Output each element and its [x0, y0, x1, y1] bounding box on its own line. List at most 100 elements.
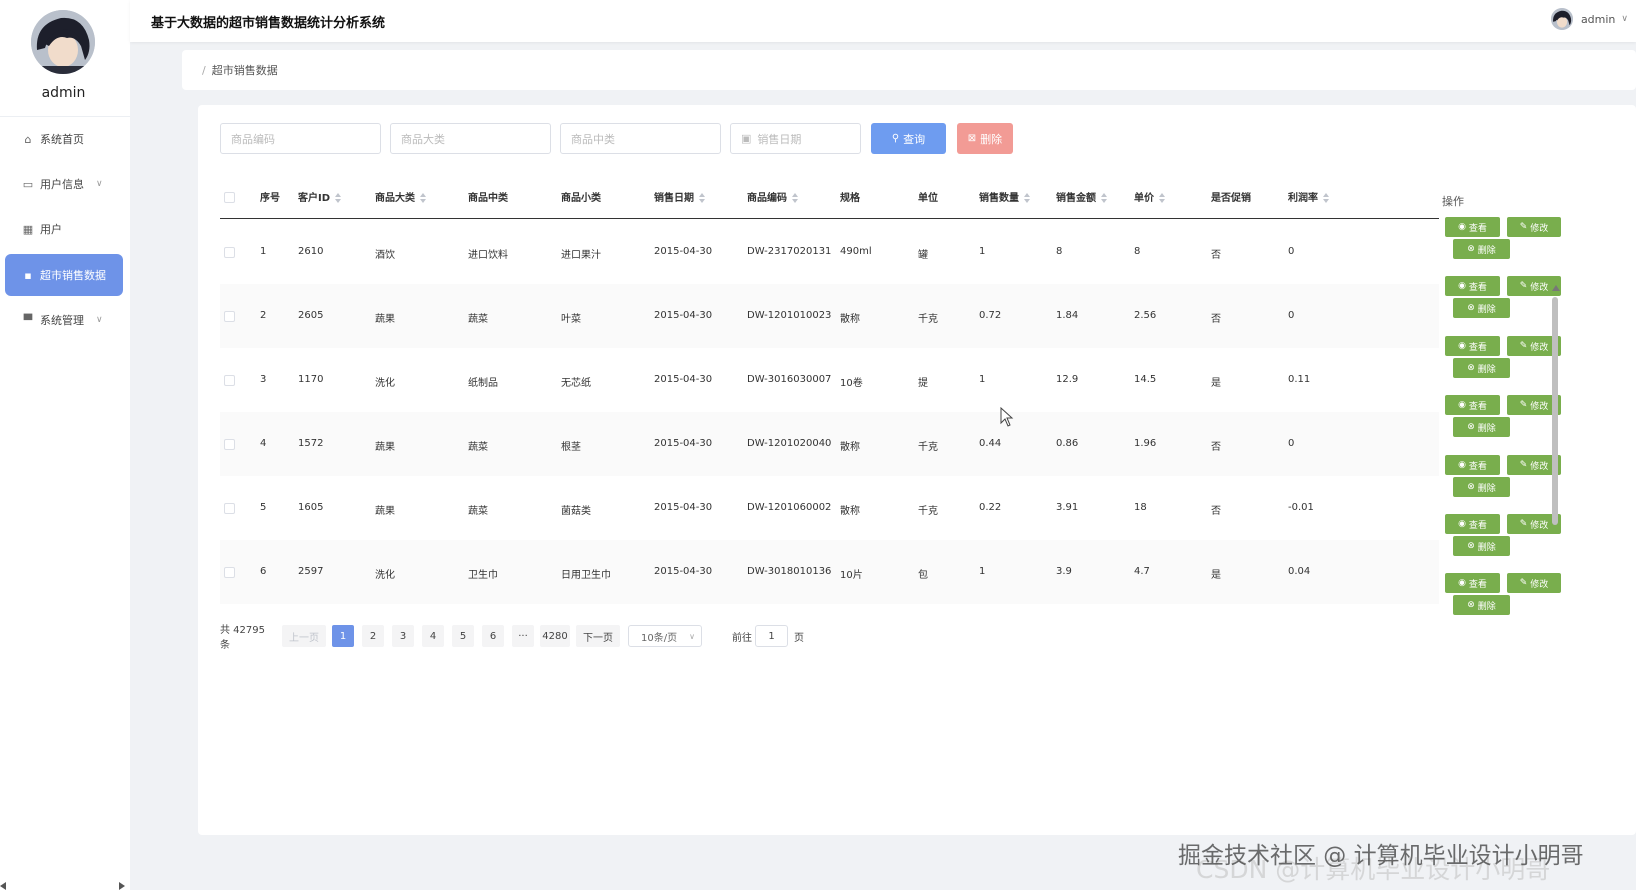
more-pages-button[interactable]: ··· — [512, 625, 534, 647]
row-checkbox[interactable] — [224, 503, 235, 514]
sidebar-item-sales-data[interactable]: ▪ 超市销售数据 — [5, 254, 123, 296]
user-menu[interactable]: admin ∨ — [1550, 8, 1628, 30]
sidebar-item-users[interactable]: ▦ 用户 — [5, 208, 123, 250]
cell-spec: 10片 — [840, 570, 863, 581]
page-button[interactable]: 2 — [362, 625, 384, 647]
table-vertical-scrollbar[interactable] — [1550, 285, 1562, 630]
cell-unit: 罐 — [918, 250, 928, 261]
sort-icon[interactable] — [335, 193, 342, 203]
view-button[interactable]: ◉ 查看 — [1445, 336, 1500, 356]
sort-icon[interactable] — [1024, 193, 1030, 203]
sidebar-divider — [0, 116, 130, 117]
cell-spec: 10卷 — [840, 378, 863, 389]
column-header-customer-id[interactable]: 客户ID — [298, 189, 342, 204]
column-header-category[interactable]: 商品大类 — [375, 189, 426, 204]
view-button[interactable]: ◉ 查看 — [1445, 455, 1500, 475]
page-button[interactable]: 4280 — [540, 625, 570, 647]
row-checkbox[interactable] — [224, 439, 235, 450]
mid-category-input[interactable]: 商品中类 — [560, 123, 721, 154]
column-header-spec: 规格 — [840, 193, 860, 204]
page-button[interactable]: 5 — [452, 625, 474, 647]
sort-icon[interactable] — [420, 193, 426, 203]
cell-category: 洗化 — [375, 378, 395, 389]
delete-button[interactable]: ⊗ 删除 — [1453, 239, 1510, 259]
view-button[interactable]: ◉ 查看 — [1445, 217, 1500, 237]
table-row[interactable]: 2 2605 蔬果 蔬菜 叶菜 2015-04-30 DW-1201010023 散称 千克 0.… — [220, 284, 1439, 348]
view-button[interactable]: ◉ 查看 — [1445, 573, 1500, 593]
avatar[interactable] — [31, 10, 95, 74]
header-avatar[interactable] — [1550, 8, 1573, 30]
eye-icon: ◉ — [1458, 519, 1466, 529]
sort-icon[interactable] — [1323, 193, 1329, 203]
cell-unit: 千克 — [918, 506, 938, 517]
scroll-up-icon[interactable] — [1552, 285, 1560, 291]
sort-icon[interactable] — [1101, 193, 1107, 203]
row-checkbox[interactable] — [224, 567, 235, 578]
sort-icon[interactable] — [699, 193, 705, 203]
sidebar-item-home[interactable]: ⌂ 系统首页 — [5, 118, 123, 160]
row-checkbox[interactable] — [224, 247, 235, 258]
view-button-label: 查看 — [1468, 282, 1487, 293]
sidebar-item-system-management[interactable]: ▀ 系统管理 ∨ — [5, 299, 123, 341]
table-header: 序号 客户ID 商品大类 商品中类 商品小类 销售日期 商品编码 规格 单位 销… — [220, 175, 1439, 219]
column-header-sale-date[interactable]: 销售日期 — [654, 189, 705, 204]
row-checkbox[interactable] — [224, 375, 235, 386]
column-header-unit-price[interactable]: 单价 — [1134, 189, 1165, 204]
delete-button[interactable]: ⊗ 删除 — [1453, 536, 1510, 556]
page-button[interactable]: 4 — [422, 625, 444, 647]
next-page-button[interactable]: 下一页 — [576, 625, 620, 647]
cell-spec: 散称 — [840, 506, 860, 517]
delete-button[interactable]: ⊗ 删除 — [1453, 298, 1510, 318]
sidebar-horizontal-scrollbar[interactable] — [0, 880, 130, 890]
delete-button-label: 删除 — [1477, 304, 1496, 315]
page-button[interactable]: 6 — [482, 625, 504, 647]
column-header-profit-rate[interactable]: 利润率 — [1288, 189, 1329, 204]
view-button-label: 查看 — [1468, 520, 1487, 531]
scroll-left-icon[interactable] — [0, 882, 6, 890]
category-input[interactable]: 商品大类 — [390, 123, 551, 154]
delete-button[interactable]: ⊗ 删除 — [1453, 358, 1510, 378]
table-row[interactable]: 3 1170 洗化 纸制品 无芯纸 2015-04-30 DW-3016030007 10卷 提… — [220, 348, 1439, 412]
cell-index: 5 — [260, 502, 267, 513]
page-button[interactable]: 3 — [392, 625, 414, 647]
sidebar-item-user-info[interactable]: ▭ 用户信息 ∨ — [5, 163, 123, 205]
cell-quantity: 1 — [979, 374, 986, 385]
edit-button-label: 修改 — [1530, 282, 1549, 293]
row-actions: ◉ 查看 ✎ 修改 ⊗ 删除 — [1445, 395, 1565, 439]
delete-button[interactable]: ⊗ 删除 — [1453, 477, 1510, 497]
column-header-amount[interactable]: 销售金额 — [1056, 189, 1107, 204]
cell-product-code: DW-1201020040 — [747, 438, 832, 449]
edit-button[interactable]: ✎ 修改 — [1507, 217, 1561, 237]
breadcrumb-current: 超市销售数据 — [211, 64, 278, 77]
table-row[interactable]: 5 1605 蔬果 蔬菜 菌菇类 2015-04-30 DW-1201060002 散称 千克 0… — [220, 476, 1439, 540]
column-header-product-code[interactable]: 商品编码 — [747, 189, 798, 204]
page-size-select[interactable]: 10条/页 ∨ — [628, 625, 702, 647]
monitor-icon: ▀ — [23, 313, 33, 327]
view-button[interactable]: ◉ 查看 — [1445, 276, 1500, 296]
cell-index: 4 — [260, 438, 267, 449]
column-header-unit: 单位 — [918, 193, 938, 204]
sort-icon[interactable] — [1159, 193, 1165, 203]
column-header-quantity[interactable]: 销售数量 — [979, 189, 1030, 204]
table-row[interactable]: 4 1572 蔬果 蔬菜 根茎 2015-04-30 DW-1201020040 散称 千克 0.… — [220, 412, 1439, 476]
row-actions: ◉ 查看 ✎ 修改 ⊗ 删除 — [1445, 217, 1565, 261]
delete-button[interactable]: ⊗ 删除 — [1453, 417, 1510, 437]
view-button[interactable]: ◉ 查看 — [1445, 514, 1500, 534]
delete-button[interactable]: ⊗ 删除 — [1453, 595, 1510, 615]
batch-delete-button[interactable]: ⊠ 删除 — [957, 123, 1013, 154]
row-checkbox[interactable] — [224, 311, 235, 322]
table-row[interactable]: 1 2610 酒饮 进口饮料 进口果汁 2015-04-30 DW-2317020131 49… — [220, 220, 1439, 284]
scrollbar-thumb[interactable] — [1552, 297, 1558, 525]
product-code-input[interactable]: 商品编码 — [220, 123, 381, 154]
scroll-right-icon[interactable] — [119, 882, 125, 890]
table-row[interactable]: 6 2597 洗化 卫生巾 日用卫生巾 2015-04-30 DW-3018010136 10… — [220, 540, 1439, 604]
sale-date-picker[interactable]: ▣ 销售日期 — [730, 123, 861, 154]
query-button[interactable]: ⚲ 查询 — [871, 123, 946, 154]
select-all-checkbox[interactable] — [224, 192, 235, 203]
goto-page-input[interactable]: 1 — [755, 625, 788, 647]
page-button[interactable]: 1 — [332, 625, 354, 647]
sort-icon[interactable] — [792, 193, 798, 203]
prev-page-button[interactable]: 上一页 — [282, 625, 326, 647]
view-button-label: 查看 — [1468, 342, 1487, 353]
view-button[interactable]: ◉ 查看 — [1445, 395, 1500, 415]
